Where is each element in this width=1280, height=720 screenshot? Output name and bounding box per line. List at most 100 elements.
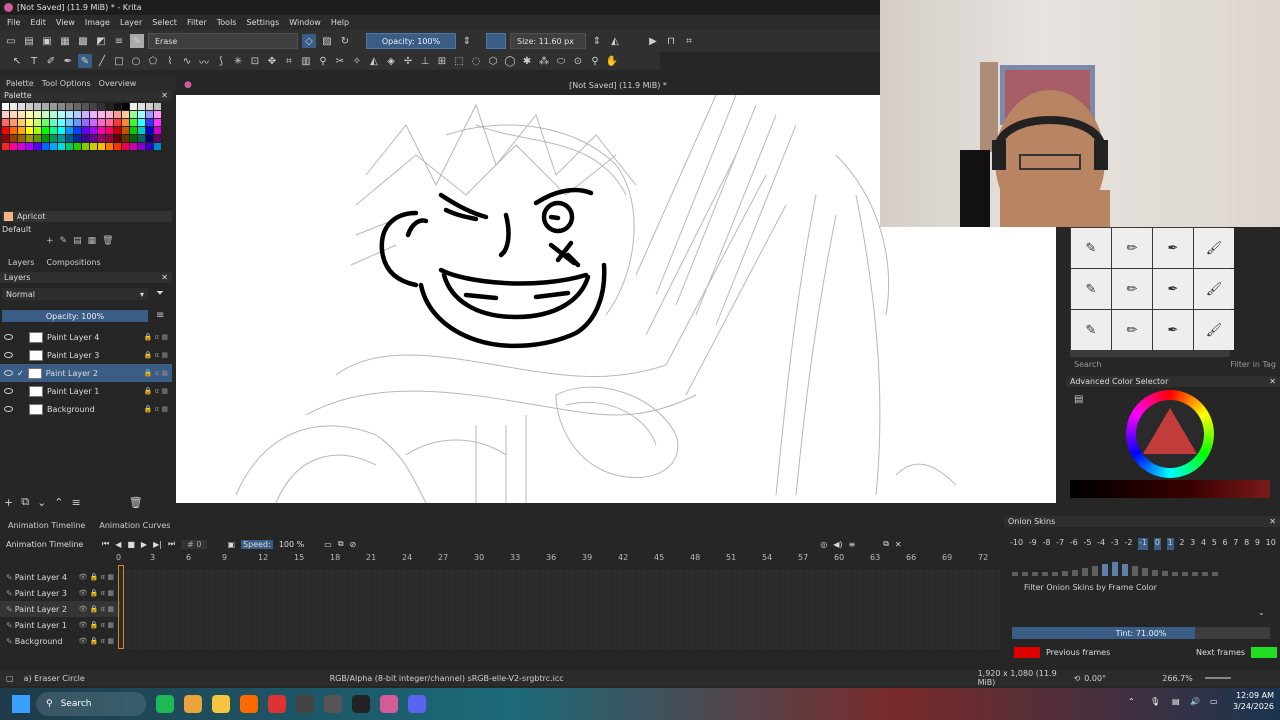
canvas-rotation[interactable]: 0.00° [1084, 674, 1162, 683]
palette-swatch[interactable] [66, 119, 74, 127]
settings-app-icon[interactable] [296, 695, 314, 713]
chrome-icon[interactable] [184, 695, 202, 713]
brush-preset[interactable]: ✎ [1071, 228, 1111, 268]
palette-swatch[interactable] [122, 143, 130, 151]
pattern-icon[interactable]: ▩ [76, 34, 90, 48]
close-icon[interactable]: ✕ [1269, 517, 1276, 526]
palette-swatch[interactable] [34, 127, 42, 135]
save-icon[interactable]: ▣ [40, 34, 54, 48]
palette-swatch[interactable] [10, 143, 18, 151]
palette-swatch[interactable] [130, 103, 138, 111]
layer-row-selected[interactable]: ✓ Paint Layer 2 🔒 α ▦ [0, 364, 172, 382]
taskbar-search[interactable]: ⚲ Search [36, 692, 146, 716]
menu-tools[interactable]: Tools [212, 15, 242, 30]
palette-swatch[interactable] [154, 111, 162, 119]
palette-swatch[interactable] [58, 143, 66, 151]
palette-swatch[interactable] [130, 135, 138, 143]
transform-tool-icon[interactable]: ⊡ [248, 54, 262, 68]
prev-frame-icon[interactable]: ◀ [115, 540, 121, 549]
freehand-select-icon[interactable]: ◯ [503, 54, 517, 68]
palette-swatch[interactable] [50, 143, 58, 151]
palette-swatch[interactable] [2, 111, 10, 119]
onion-opacity-bar[interactable] [1182, 572, 1188, 576]
add-layer-icon[interactable]: + [4, 496, 13, 509]
onion-frame-number[interactable]: -2 [1124, 538, 1132, 550]
palette-swatch[interactable] [106, 135, 114, 143]
palette-swatch[interactable] [74, 119, 82, 127]
palette-swatch[interactable] [26, 127, 34, 135]
palette-swatch[interactable] [106, 111, 114, 119]
palette-swatches[interactable] [2, 103, 162, 151]
onion-opacity-bar[interactable] [1162, 571, 1168, 576]
volume-icon[interactable]: 🔊 [1190, 697, 1200, 706]
palette-swatch[interactable] [26, 135, 34, 143]
palette-swatch[interactable] [26, 111, 34, 119]
ellipse-tool-icon[interactable]: ○ [129, 54, 143, 68]
onion-frame-number[interactable]: -8 [1042, 538, 1050, 550]
onion-frame-number[interactable]: 1 [1166, 538, 1174, 550]
layer-lock-icons[interactable]: 🔒 α ▦ [144, 351, 168, 359]
palette-swatch[interactable] [50, 127, 58, 135]
onion-frame-number[interactable]: 4 [1201, 538, 1206, 550]
palette-swatch[interactable] [58, 103, 66, 111]
timeline-frame-grid[interactable] [120, 569, 1000, 649]
float-dock-icon[interactable]: ⧉ [883, 539, 889, 549]
size-slider[interactable]: Size: 11.60 px [510, 33, 586, 49]
microphone-icon[interactable]: 🎙 [1150, 697, 1160, 706]
last-frame-icon[interactable]: ⏭ [168, 539, 175, 549]
palette-swatch[interactable] [34, 119, 42, 127]
gradient-tool-icon[interactable]: ▥ [299, 54, 313, 68]
onion-opacity-bar[interactable] [1172, 572, 1178, 576]
next-frame-icon[interactable]: ▶| [153, 540, 162, 549]
polygon-select-icon[interactable]: ⬡ [486, 54, 500, 68]
size-color-chip[interactable] [486, 33, 506, 49]
mirror-horizontal-icon[interactable]: ◭ [608, 34, 622, 48]
eraser-mode-icon[interactable]: ◇ [302, 34, 316, 48]
freehand-brush-icon[interactable]: ✎ [78, 54, 92, 68]
palette-swatch[interactable] [50, 135, 58, 143]
brush-preset[interactable]: ✏ [1112, 228, 1152, 268]
palette-swatch[interactable] [18, 135, 26, 143]
contiguous-select-icon[interactable]: ✱ [520, 54, 534, 68]
discord-icon[interactable] [408, 695, 426, 713]
palette-swatch[interactable] [122, 111, 130, 119]
menu-layer[interactable]: Layer [115, 15, 147, 30]
edit-color-icon[interactable]: ✎ [60, 236, 68, 249]
polyline-tool-icon[interactable]: ⌇ [163, 54, 177, 68]
layer-row[interactable]: Paint Layer 4 🔒 α ▦ [0, 328, 172, 346]
palette-swatch[interactable] [90, 127, 98, 135]
palette-swatch[interactable] [18, 103, 26, 111]
onion-opacity-bar[interactable] [1052, 572, 1058, 576]
palette-swatch[interactable] [58, 111, 66, 119]
windows-start-icon[interactable] [12, 695, 30, 713]
palette-swatch[interactable] [26, 103, 34, 111]
palette-swatch[interactable] [50, 119, 58, 127]
onion-opacity-bar[interactable] [1202, 572, 1208, 576]
freehand-path-icon[interactable]: 〰 [197, 54, 211, 69]
palette-swatch[interactable] [154, 127, 162, 135]
tab-palette[interactable]: Palette [6, 79, 34, 88]
layer-lock-icons[interactable]: 🔒 α ▦ [144, 369, 168, 377]
tray-chevron-icon[interactable]: ⌃ [1128, 697, 1135, 706]
timeline-layer-icons[interactable]: 👁 🔒 α ▦ [78, 621, 114, 629]
palette-swatch[interactable] [146, 119, 154, 127]
palette-swatch[interactable] [2, 127, 10, 135]
onion-filter-label[interactable]: Filter Onion Skins by Frame Color [1024, 583, 1157, 592]
palette-swatch[interactable] [34, 103, 42, 111]
palette-swatch[interactable] [66, 143, 74, 151]
palette-swatch[interactable] [50, 111, 58, 119]
opacity-spin-icon[interactable]: ⇕ [460, 34, 474, 48]
onion-opacity-bar[interactable] [1192, 572, 1198, 576]
audio-icon[interactable]: ◀) [833, 540, 842, 549]
rectangle-tool-icon[interactable]: □ [112, 54, 126, 68]
color-picker-icon[interactable]: ⚲ [316, 54, 330, 68]
palette-swatch[interactable] [114, 111, 122, 119]
add-color-icon[interactable]: + [46, 236, 54, 249]
palette-swatch[interactable] [114, 119, 122, 127]
duplicate-layer-icon[interactable]: ⧉ [21, 495, 29, 509]
palette-swatch[interactable] [130, 111, 138, 119]
palette-swatch[interactable] [130, 143, 138, 151]
menu-view[interactable]: View [51, 15, 80, 30]
timeline-menu-icon[interactable]: ≡ [849, 540, 856, 549]
layer-lock-icons[interactable]: 🔒 α ▦ [144, 333, 168, 341]
